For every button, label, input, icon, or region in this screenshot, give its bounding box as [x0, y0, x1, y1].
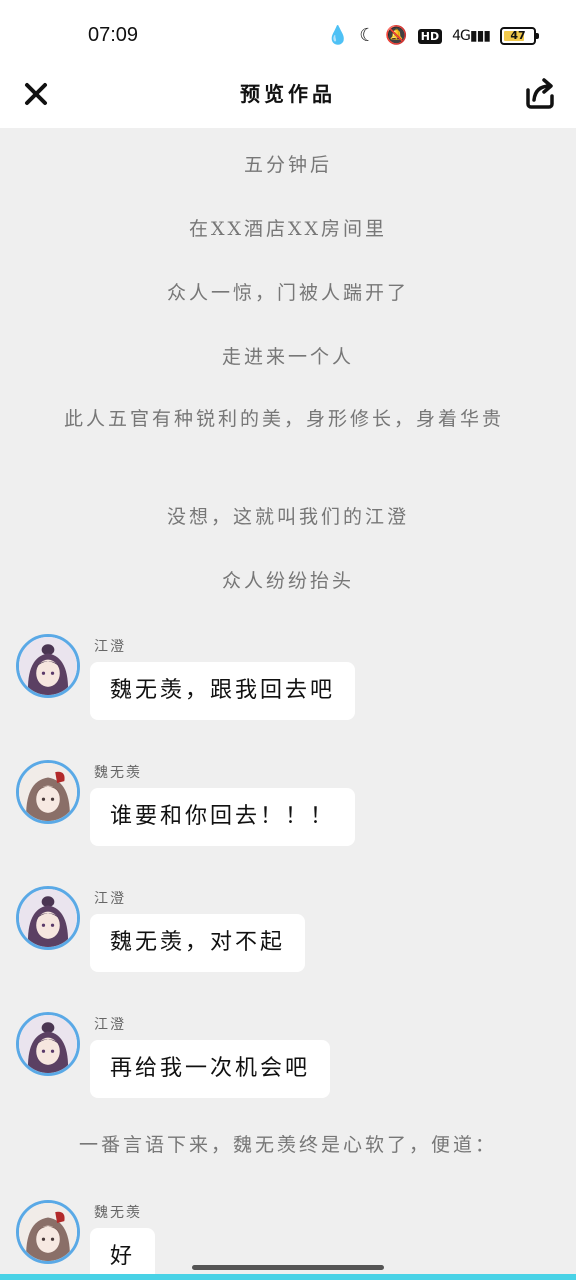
- signal-icon: 4G▮▮▮: [452, 28, 491, 44]
- battery-icon: 47: [500, 27, 539, 45]
- narration-line: 众人一惊，门被人踹开了: [166, 282, 409, 304]
- chat-message: 江澄 再给我一次机会吧: [16, 1012, 556, 1112]
- network-label: 4G: [452, 28, 471, 44]
- share-button[interactable]: [522, 76, 558, 112]
- battery-level: 47: [510, 29, 526, 42]
- status-bar: 07:09 💧 ☾ 🔕 HD 4G▮▮▮ 47: [0, 0, 576, 64]
- sender-name: 魏无羡: [94, 765, 142, 781]
- chat-message: 江澄 魏无羡，对不起: [16, 886, 556, 986]
- avatar[interactable]: [16, 634, 80, 698]
- character-avatar-icon: [19, 889, 77, 947]
- message-bubble[interactable]: 再给我一次机会吧: [90, 1040, 331, 1098]
- home-indicator[interactable]: [192, 1265, 384, 1270]
- moon-icon: ☾: [359, 25, 376, 46]
- character-avatar-icon: [19, 1015, 77, 1073]
- avatar[interactable]: [16, 886, 80, 950]
- narration-line: 走进来一个人: [221, 346, 354, 368]
- share-icon: [526, 78, 554, 109]
- page-title: 预览作品: [240, 82, 336, 106]
- avatar[interactable]: [16, 760, 80, 824]
- character-avatar-icon: [19, 763, 77, 821]
- chat-message: 魏无羡 谁要和你回去！！！: [16, 760, 556, 860]
- avatar[interactable]: [16, 1012, 80, 1076]
- narration-line: 五分钟后: [243, 154, 332, 176]
- avatar[interactable]: [16, 1200, 80, 1264]
- status-icons: 💧 ☾ 🔕 HD 4G▮▮▮ 47: [326, 24, 539, 48]
- sender-name: 魏无羡: [94, 1205, 142, 1221]
- water-drop-icon: 💧: [326, 25, 350, 46]
- narration-line: 众人纷纷抬头: [221, 570, 354, 592]
- message-bubble[interactable]: 魏无羡，跟我回去吧: [90, 662, 356, 720]
- bell-off-icon: 🔕: [385, 25, 408, 46]
- narration-line: 没想，这就叫我们的江澄: [166, 506, 409, 528]
- character-avatar-icon: [19, 637, 77, 695]
- message-bubble[interactable]: 好: [90, 1228, 156, 1280]
- sender-name: 江澄: [94, 639, 126, 655]
- narration-line: 一番言语下来，魏无羡终是心软了，便道：: [78, 1134, 497, 1156]
- message-bubble[interactable]: 魏无羡，对不起: [90, 914, 306, 972]
- narration-line: 此人五官有种锐利的美，身形修长，身着华贵: [64, 408, 505, 430]
- narration-line: 在XX酒店XX房间里: [188, 218, 388, 240]
- message-bubble[interactable]: 谁要和你回去！！！: [90, 788, 356, 846]
- sender-name: 江澄: [94, 1017, 126, 1033]
- chat-message: 江澄 魏无羡，跟我回去吧: [16, 634, 556, 734]
- top-bar: 预览作品: [0, 64, 576, 128]
- character-avatar-icon: [19, 1203, 77, 1261]
- bottom-accent-bar: [0, 1274, 576, 1280]
- hd-icon: HD: [417, 28, 443, 44]
- status-time: 07:09: [88, 24, 139, 46]
- sender-name: 江澄: [94, 891, 126, 907]
- story-preview: 五分钟后 在XX酒店XX房间里 众人一惊，门被人踹开了 走进来一个人 此人五官有…: [0, 128, 576, 1280]
